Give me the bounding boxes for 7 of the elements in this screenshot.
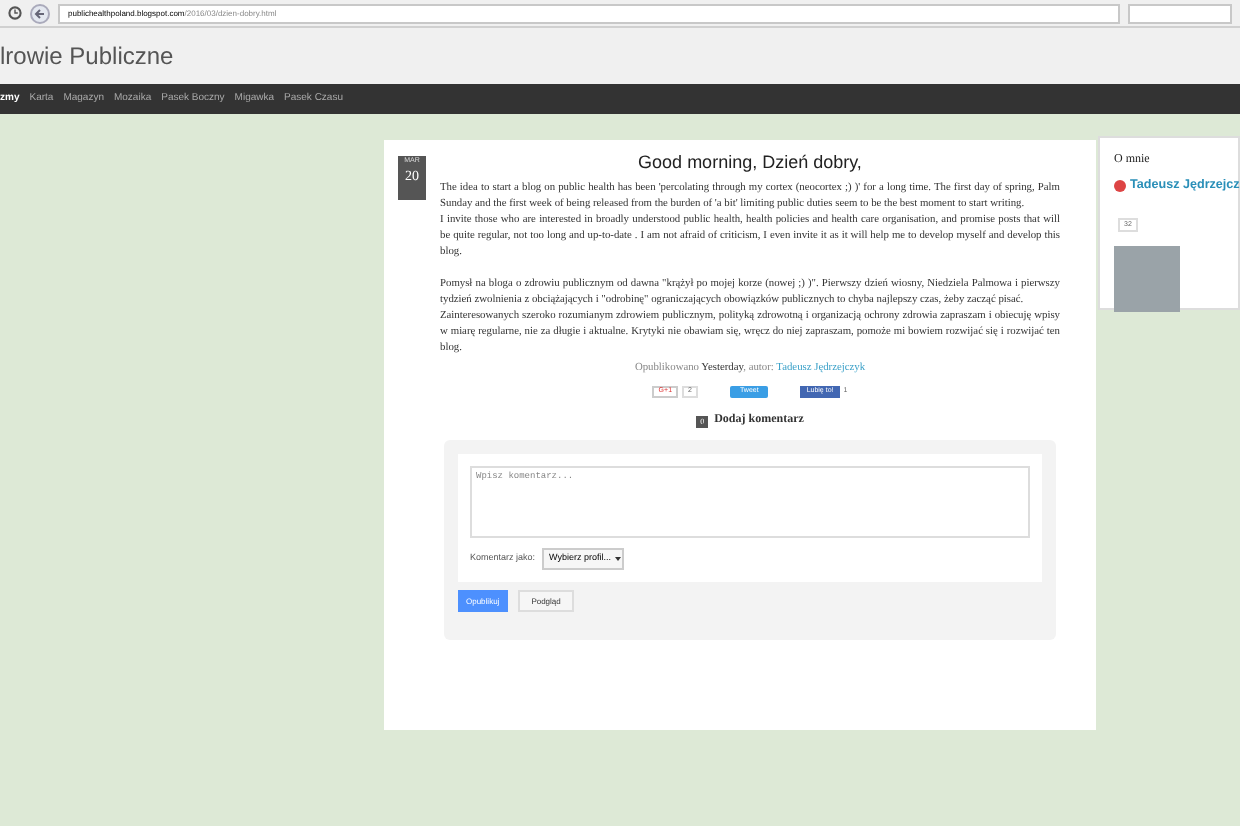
back-icon[interactable] <box>30 3 50 23</box>
profile-icon <box>1114 179 1126 192</box>
post-title: Good morning, Dzień dobry, <box>636 154 864 172</box>
search-field[interactable] <box>1128 3 1232 23</box>
history-icon[interactable] <box>8 6 22 20</box>
photo-placeholder <box>1114 246 1180 313</box>
blog-title: lrowie Publiczne <box>0 44 174 68</box>
